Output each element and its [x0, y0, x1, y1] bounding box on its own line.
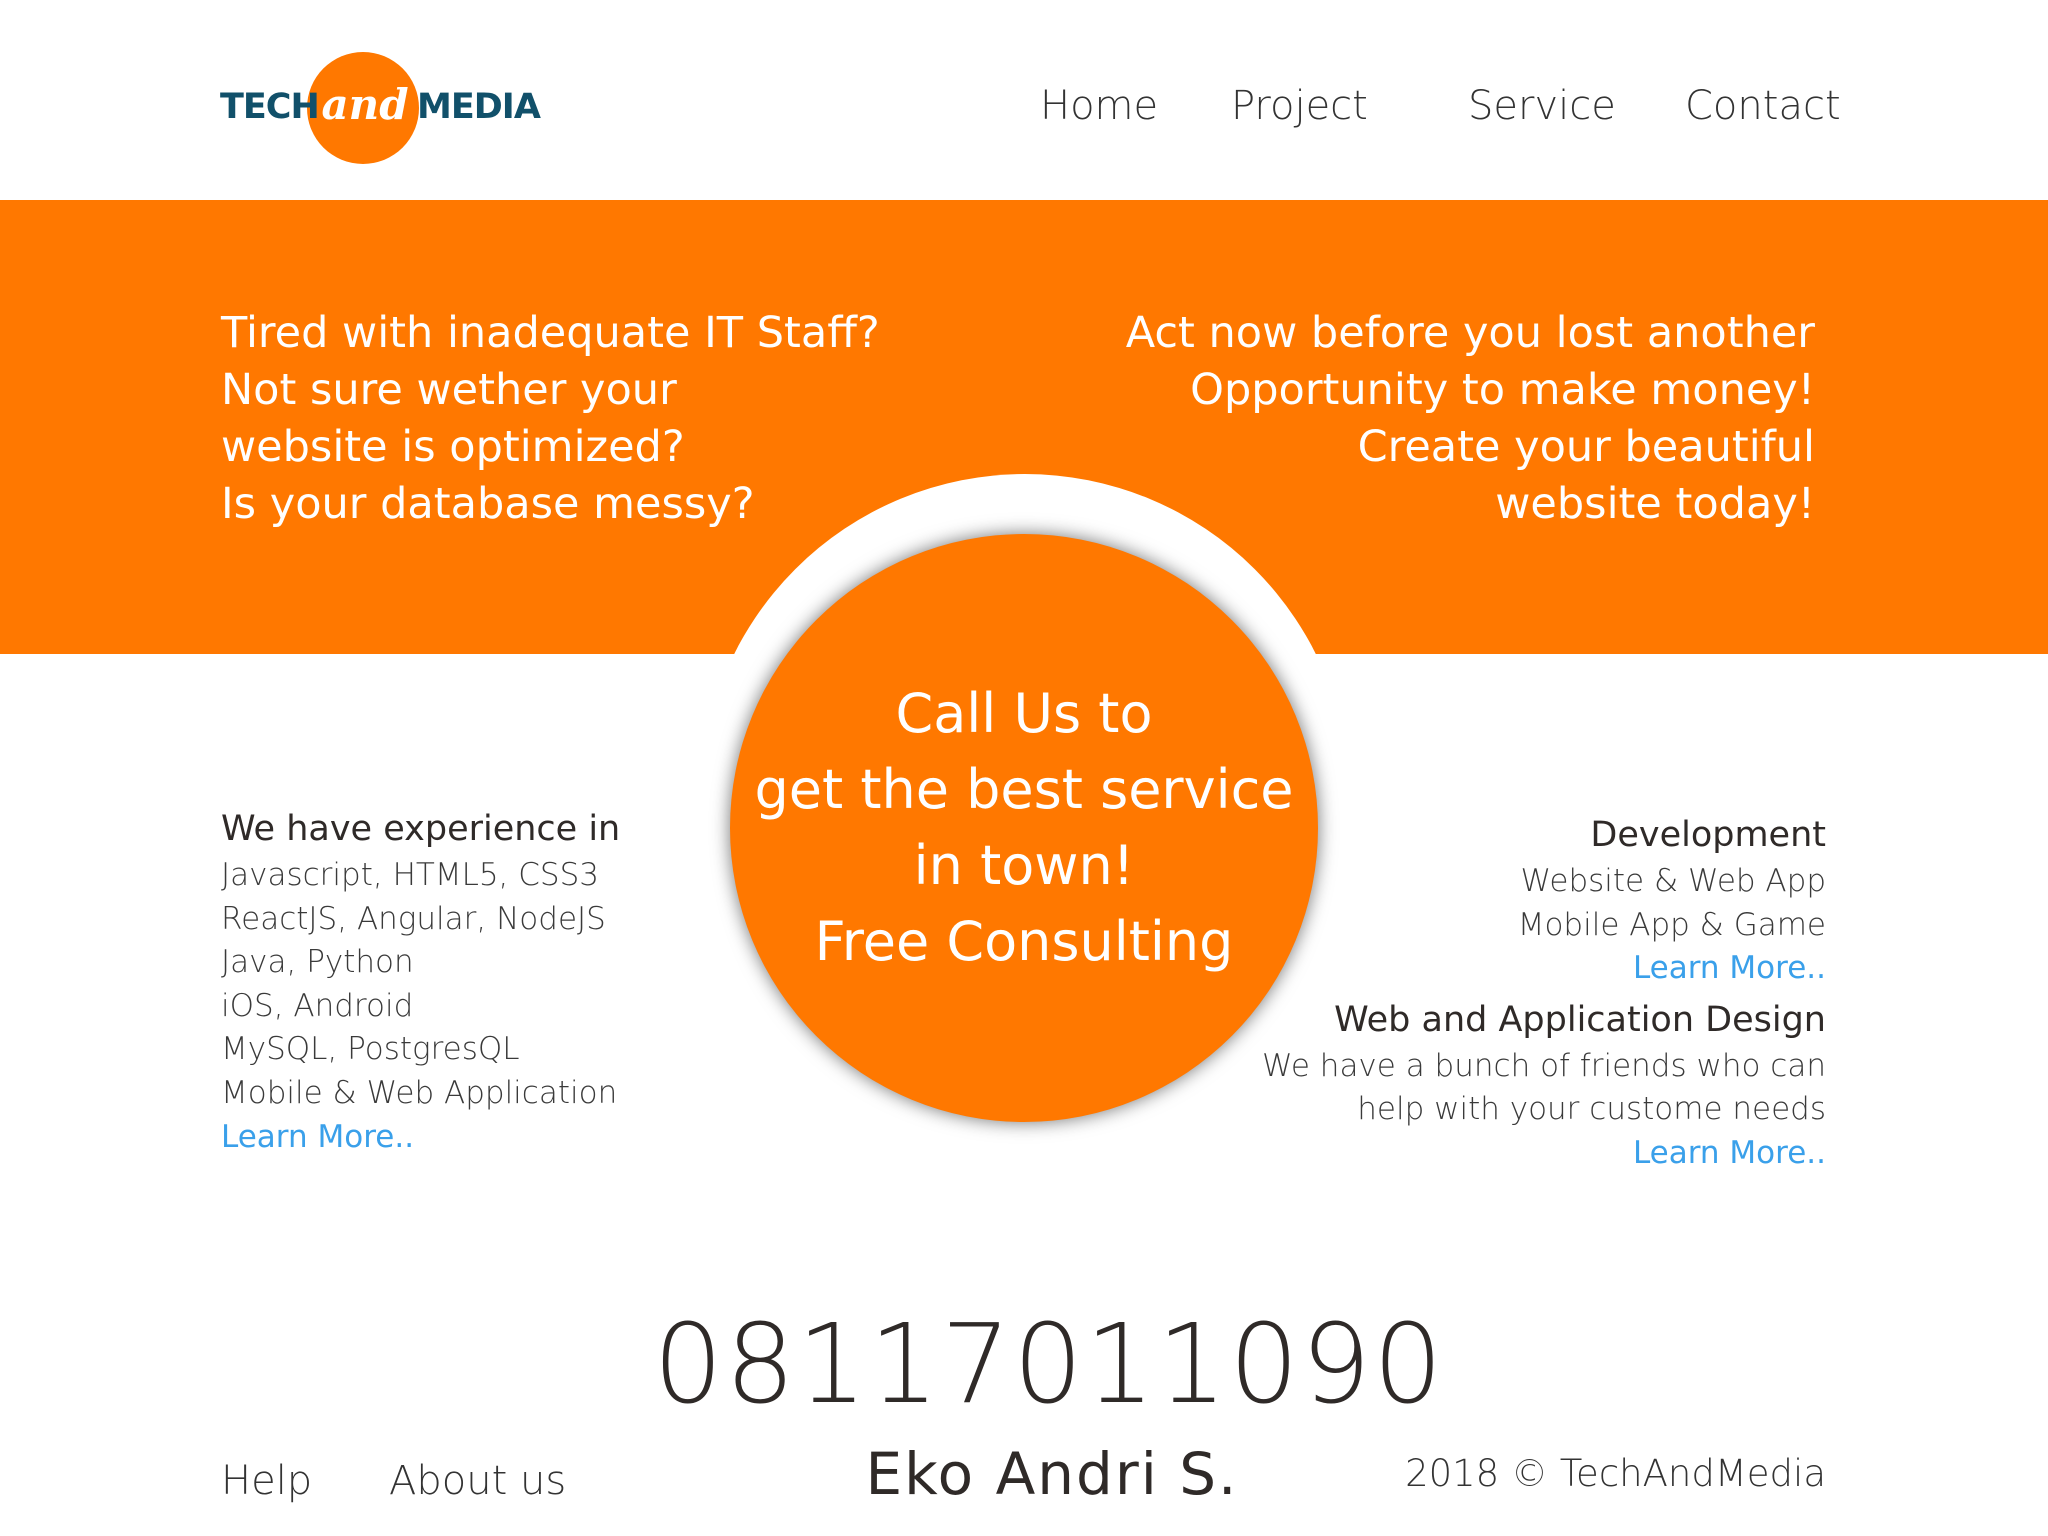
experience-learn-more-link[interactable]: Learn More.. — [221, 1116, 620, 1160]
logo-text-media: MEDIA — [417, 87, 541, 127]
design-title: Web and Application Design — [1334, 999, 1826, 1040]
cta-line: in town! — [913, 834, 1135, 897]
experience-title: We have experience in — [221, 809, 621, 849]
brand-logo[interactable]: TECH and MEDIA — [220, 52, 541, 164]
nav-service[interactable]: Service — [1468, 83, 1616, 129]
design-item: help with your custome needs — [1357, 1091, 1826, 1128]
hero-right-line: Opportunity to make money! — [1190, 365, 1815, 415]
services-section: Development Website & Web App Mobile App… — [1262, 810, 1826, 1176]
experience-item: Javascript, HTML5, CSS3 — [221, 857, 599, 893]
hero-right-text: Act now before you lost another Opportun… — [1126, 305, 1815, 533]
experience-section: We have experience in Javascript, HTML5,… — [221, 804, 620, 1159]
logo-text-tech: TECH — [220, 87, 320, 127]
hero-right-line: Create your beautiful — [1357, 422, 1815, 472]
experience-item: Java, Python — [221, 944, 414, 981]
logo-text-and: and — [321, 80, 409, 129]
cta-circle[interactable]: Call Us to get the best service in town!… — [730, 534, 1318, 1122]
nav-project[interactable]: Project — [1231, 83, 1368, 129]
phone-number[interactable]: 08117011090 — [0, 1300, 2048, 1428]
development-item: Website & Web App — [1520, 863, 1826, 899]
hero-left-line: website is optimized? — [221, 422, 685, 472]
hero-right-line: Act now before you lost another — [1125, 308, 1815, 358]
footer-about-link[interactable]: About us — [389, 1458, 566, 1504]
nav-home[interactable]: Home — [1040, 83, 1158, 129]
hero-right-line: website today! — [1495, 479, 1815, 529]
experience-item: MySQL, PostgresQL — [221, 1031, 520, 1068]
cta-line: Call Us to — [895, 682, 1153, 745]
footer-copyright: 2018 © TechAndMedia — [1405, 1452, 1826, 1495]
experience-item: ReactJS, Angular, NodeJS — [221, 900, 606, 937]
hero-left-line: Not sure wether your — [221, 365, 677, 415]
development-learn-more-link[interactable]: Learn More.. — [1262, 947, 1826, 991]
cta-line: Free Consulting — [814, 910, 1234, 973]
development-item: Mobile App & Game — [1517, 906, 1826, 943]
experience-item: Mobile & Web Application — [221, 1074, 618, 1111]
design-learn-more-link[interactable]: Learn More.. — [1262, 1132, 1826, 1176]
nav-contact[interactable]: Contact — [1685, 83, 1841, 129]
hero-left-line: Is your database messy? — [221, 479, 755, 529]
cta-line: get the best service — [754, 758, 1294, 821]
footer-help-link[interactable]: Help — [221, 1458, 312, 1504]
design-item: We have a bunch of friends who can — [1262, 1047, 1826, 1084]
experience-item: iOS, Android — [221, 987, 414, 1024]
hero-left-text: Tired with inadequate IT Staff? Not sure… — [221, 305, 880, 533]
hero-left-line: Tired with inadequate IT Staff? — [221, 308, 880, 358]
